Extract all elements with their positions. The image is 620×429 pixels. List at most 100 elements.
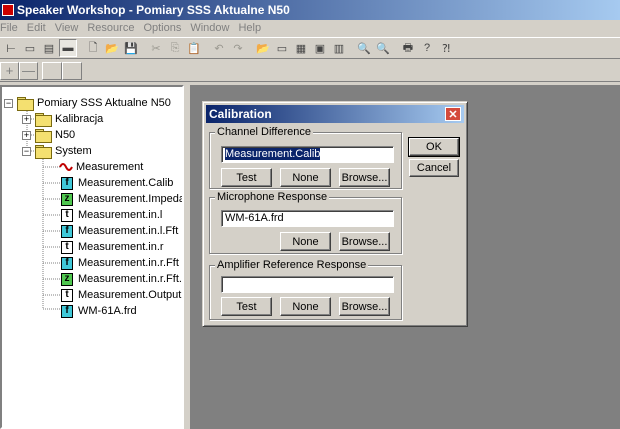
channel-test-button[interactable]: Test [221, 168, 272, 187]
folder-icon [35, 113, 52, 127]
tree-item[interactable]: t Measurement.in.l [61, 207, 162, 223]
tree-item[interactable]: Measurement [59, 159, 143, 175]
microphone-response-field[interactable]: WM-61A.frd [221, 210, 394, 227]
field-value: Measurement.Calib [225, 148, 321, 160]
undo-icon[interactable]: ↶ [210, 39, 228, 57]
print-icon[interactable]: 🖶 [399, 39, 417, 57]
copy-icon[interactable]: ⎘ [166, 39, 184, 57]
view-details-icon[interactable]: ▤ [40, 39, 58, 57]
t-file-icon: t [61, 240, 73, 254]
close-icon[interactable]: ✕ [445, 107, 461, 121]
menu-file[interactable]: File [0, 22, 23, 34]
view-tree-icon[interactable]: ⊢ [2, 39, 20, 57]
t-file-icon: t [61, 288, 73, 302]
group-label: Amplifier Reference Response [215, 259, 369, 271]
tree-item[interactable]: f WM-61A.frd [61, 303, 137, 319]
menu-window[interactable]: Window [190, 22, 234, 34]
waveform-icon [59, 163, 73, 171]
dialog-title-bar[interactable]: Calibration ✕ [206, 105, 464, 123]
secondary-toolbar: + — [0, 60, 620, 82]
expand-toggle[interactable]: + [22, 114, 31, 124]
collapse-toggle[interactable]: − [22, 146, 31, 156]
tree-item[interactable]: z Measurement.in.r.Fft.Z [61, 271, 184, 287]
context-help-icon[interactable]: ⁈ [437, 39, 455, 57]
collapse-toggle[interactable]: − [4, 98, 13, 108]
cancel-button[interactable]: Cancel [409, 159, 459, 177]
app-icon [2, 4, 14, 16]
amplifier-reference-group: Amplifier Reference Response Test None B… [209, 259, 402, 320]
add-button[interactable]: + [0, 61, 19, 80]
amplifier-reference-field[interactable] [221, 276, 394, 293]
tree-item-label: Measurement.in.l.Fft [78, 225, 179, 237]
tree-folder-n50[interactable]: + N50 [22, 127, 75, 143]
ok-button[interactable]: OK [408, 137, 460, 157]
group-label: Microphone Response [215, 191, 330, 203]
expand-toggle[interactable]: + [22, 130, 31, 140]
tree-root[interactable]: − Pomiary SSS Aktualne N50 [4, 95, 171, 111]
open-folder-icon[interactable]: 📂 [103, 39, 121, 57]
zoom-out-icon[interactable]: 🔍 [374, 39, 392, 57]
blank-toolbar-button-1[interactable] [42, 61, 62, 80]
paste-icon[interactable]: 📋 [185, 39, 203, 57]
group-label: Channel Difference [215, 126, 313, 138]
tree-item-label: Measurement.in.r.Fft [78, 257, 179, 269]
f-file-icon: f [61, 304, 73, 318]
folder-icon [35, 129, 52, 143]
channel-difference-field[interactable]: Measurement.Calib [221, 146, 394, 163]
field-value: WM-61A.frd [225, 212, 284, 224]
app-title: Speaker Workshop - Pomiary SSS Aktualne … [17, 3, 290, 17]
menu-edit[interactable]: Edit [27, 22, 51, 34]
tree-item[interactable]: t Measurement.Output [61, 287, 181, 303]
tree-item[interactable]: f Measurement.in.r.Fft [61, 255, 179, 271]
tree-folder-system[interactable]: − System [22, 143, 92, 159]
tree-item[interactable]: f Measurement.in.l.Fft [61, 223, 178, 239]
menu-options[interactable]: Options [143, 22, 186, 34]
menu-view[interactable]: View [55, 22, 84, 34]
channel-none-button[interactable]: None [280, 168, 331, 187]
calc-icon[interactable]: ▥ [330, 39, 348, 57]
tree-item-label: Measurement.Impedance [78, 193, 184, 205]
t-file-icon: t [61, 208, 73, 222]
channel-difference-group: Channel Difference Measurement.Calib Tes… [209, 126, 402, 189]
remove-button[interactable]: — [19, 61, 38, 80]
f-file-icon: f [61, 256, 73, 270]
z-file-icon: z [61, 192, 73, 206]
tree-root-label: Pomiary SSS Aktualne N50 [37, 97, 171, 109]
tree-item-label: Measurement.in.r.Fft.Z [78, 273, 184, 285]
menu-resource[interactable]: Resource [87, 22, 139, 34]
redo-icon[interactable]: ↷ [229, 39, 247, 57]
tree-item[interactable]: z Measurement.Impedance [61, 191, 184, 207]
tree-item-label: Measurement [76, 161, 144, 173]
new-file-icon[interactable]: 🗋 [84, 39, 102, 57]
channel-browse-button[interactable]: Browse... [339, 168, 390, 187]
zoom-in-icon[interactable]: 🔍 [355, 39, 373, 57]
tree-folder-label: N50 [55, 129, 76, 141]
mic-none-button[interactable]: None [280, 232, 331, 251]
folder-icon [17, 97, 34, 111]
cut-icon[interactable]: ✂ [147, 39, 165, 57]
app-title-bar: Speaker Workshop - Pomiary SSS Aktualne … [0, 0, 620, 20]
tree-item-label: Measurement.in.l [78, 209, 163, 221]
tree-item-label: Measurement.Calib [78, 177, 174, 189]
resource-tree-pane[interactable]: − Pomiary SSS Aktualne N50 + Kalibracja … [0, 85, 184, 429]
folder-icon [35, 145, 52, 159]
chart-icon[interactable]: ▭ [273, 39, 291, 57]
blank-toolbar-button-2[interactable] [62, 61, 82, 80]
help-icon[interactable]: ? [418, 39, 436, 57]
tree-item[interactable]: f Measurement.Calib [61, 175, 173, 191]
tree-folder-kalibracja[interactable]: + Kalibracja [22, 111, 103, 127]
amp-test-button[interactable]: Test [221, 297, 272, 316]
tree-item-label: Measurement.in.r [78, 241, 164, 253]
view-list-icon[interactable]: ▭ [21, 39, 39, 57]
save-icon[interactable]: 💾 [122, 39, 140, 57]
amp-browse-button[interactable]: Browse... [339, 297, 390, 316]
image-icon[interactable]: ▦ [292, 39, 310, 57]
view-large-icon[interactable]: ▬ [59, 39, 77, 57]
measure-icon[interactable]: ▣ [311, 39, 329, 57]
tree-item[interactable]: t Measurement.in.r [61, 239, 164, 255]
z-file-icon: z [61, 272, 73, 286]
open-doc-icon[interactable]: 📂 [254, 39, 272, 57]
mic-browse-button[interactable]: Browse... [339, 232, 390, 251]
amp-none-button[interactable]: None [280, 297, 331, 316]
menu-help[interactable]: Help [238, 22, 266, 34]
